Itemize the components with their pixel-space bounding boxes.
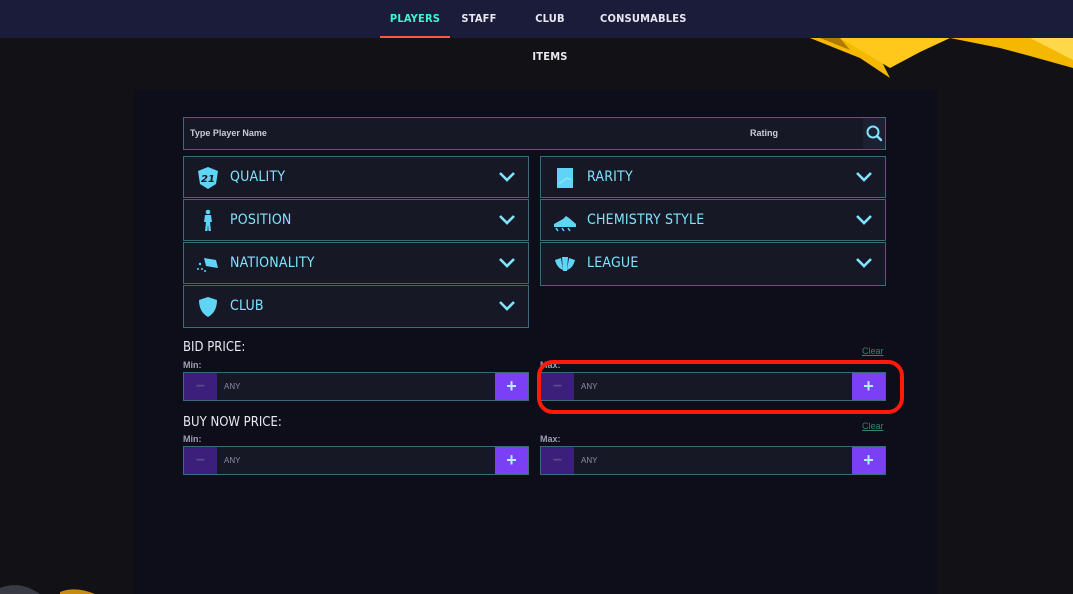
chevron-down-icon bbox=[499, 172, 515, 182]
club-filter[interactable]: CLUB bbox=[183, 285, 529, 328]
buy-now-min-input[interactable]: ANY bbox=[224, 456, 240, 465]
position-filter[interactable]: POSITION bbox=[183, 199, 529, 241]
chevron-down-icon bbox=[856, 172, 872, 182]
bid-price-clear-link[interactable]: Clear bbox=[862, 346, 884, 356]
buy-now-max-label: Max: bbox=[540, 434, 561, 444]
buy-now-max-input[interactable]: ANY bbox=[581, 456, 597, 465]
chevron-down-icon bbox=[856, 258, 872, 268]
bid-price-title: BID PRICE: bbox=[183, 340, 246, 355]
chemistry-style-filter[interactable]: CHEMISTRY STYLE bbox=[540, 199, 886, 241]
player-figure-icon bbox=[204, 209, 212, 231]
bid-min-decrement-button[interactable]: − bbox=[184, 373, 217, 400]
bid-min-label: Min: bbox=[183, 360, 202, 370]
buy-now-min-increment-button[interactable]: + bbox=[495, 447, 528, 474]
chevron-down-icon bbox=[499, 301, 515, 311]
chemistry-style-label: CHEMISTRY STYLE bbox=[587, 212, 705, 228]
league-icon bbox=[555, 257, 575, 271]
quality-badge-icon: 21 bbox=[198, 167, 218, 189]
buy-now-max-stepper: − ANY + bbox=[540, 446, 886, 475]
highlight-annotation bbox=[537, 360, 904, 414]
buy-now-max-increment-button[interactable]: + bbox=[852, 447, 885, 474]
player-name-input[interactable]: Type Player Name bbox=[190, 128, 267, 138]
buy-now-price-title: BUY NOW PRICE: bbox=[183, 415, 282, 430]
nationality-filter[interactable]: NATIONALITY bbox=[183, 242, 529, 284]
decorative-streak-graphic bbox=[810, 38, 1073, 78]
bid-min-increment-button[interactable]: + bbox=[495, 373, 528, 400]
search-icon bbox=[866, 125, 883, 142]
bid-min-stepper: − ANY + bbox=[183, 372, 529, 401]
tab-consumables[interactable]: CONSUMABLES bbox=[600, 0, 686, 38]
buy-now-min-label: Min: bbox=[183, 434, 202, 444]
tab-players[interactable]: PLAYERS bbox=[380, 0, 450, 38]
tab-staff[interactable]: STAFF bbox=[458, 0, 500, 38]
top-nav: PLAYERS STAFF CLUB ITEMS CONSUMABLES bbox=[0, 0, 1073, 63]
buy-now-price-clear-link[interactable]: Clear bbox=[862, 421, 884, 431]
rarity-label: RARITY bbox=[587, 169, 633, 185]
boot-icon bbox=[554, 216, 576, 232]
chevron-down-icon bbox=[499, 258, 515, 268]
chevron-down-icon bbox=[856, 215, 872, 225]
flag-icon bbox=[197, 258, 218, 272]
tab-club-items[interactable]: CLUB ITEMS bbox=[516, 0, 584, 63]
quality-filter[interactable]: 21 QUALITY bbox=[183, 156, 529, 198]
buy-now-min-decrement-button[interactable]: − bbox=[184, 447, 217, 474]
player-search-bar: Type Player Name Rating bbox=[183, 117, 886, 150]
quality-label: QUALITY bbox=[230, 169, 286, 185]
position-label: POSITION bbox=[230, 212, 292, 228]
search-button[interactable] bbox=[863, 118, 885, 149]
decorative-corner-graphic bbox=[0, 585, 95, 594]
svg-text:21: 21 bbox=[201, 174, 215, 185]
bid-min-input[interactable]: ANY bbox=[224, 382, 240, 391]
nationality-label: NATIONALITY bbox=[230, 255, 315, 271]
card-icon bbox=[557, 168, 573, 188]
rarity-filter[interactable]: RARITY bbox=[540, 156, 886, 198]
chevron-down-icon bbox=[499, 215, 515, 225]
league-label: LEAGUE bbox=[587, 255, 639, 271]
league-filter[interactable]: LEAGUE bbox=[540, 242, 886, 286]
club-label: CLUB bbox=[230, 298, 264, 314]
buy-now-max-decrement-button[interactable]: − bbox=[541, 447, 574, 474]
buy-now-min-stepper: − ANY + bbox=[183, 446, 529, 475]
shield-icon bbox=[199, 297, 217, 317]
rating-input[interactable]: Rating bbox=[750, 128, 778, 138]
